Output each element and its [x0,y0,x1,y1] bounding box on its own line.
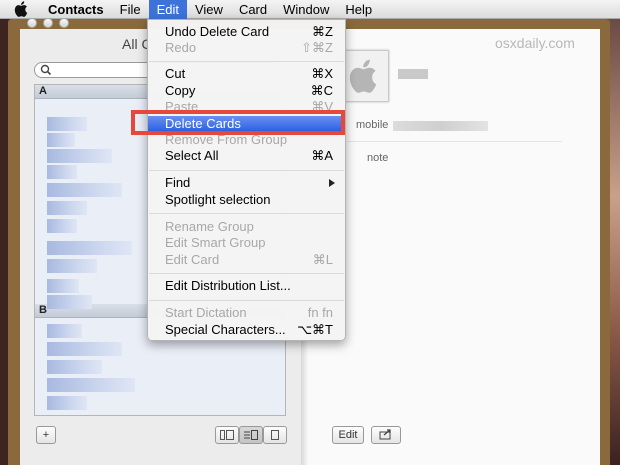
menu-file[interactable]: File [112,0,149,19]
share-button[interactable] [371,426,401,444]
apple-logo-icon[interactable] [14,1,30,17]
menu-separator [149,61,344,62]
menu-item-shortcut: ⌘L [312,252,333,267]
menu-item-label: Special Characters... [165,322,286,337]
annotation-highlight-box [131,110,345,135]
menu-window[interactable]: Window [275,0,337,19]
menu-item-label: Select All [165,148,219,163]
list-item[interactable] [47,279,79,293]
menu-edit[interactable]: Edit [148,0,187,19]
menu-item-edit-smart-group: Edit Smart Group [148,235,345,251]
menu-item-undo[interactable]: Undo Delete Card ⌘Z [148,24,345,40]
field-divider [347,141,562,142]
list-item[interactable] [47,133,75,147]
menu-item-find[interactable]: Find [148,175,345,191]
menu-item-redo: Redo ⇧⌘Z [148,40,345,56]
mobile-label: mobile [356,119,389,131]
menu-item-edit-card: Edit Card ⌘L [148,252,345,268]
menu-item-label: Cut [165,66,186,81]
search-icon [40,64,52,76]
list-item[interactable] [47,360,102,374]
menu-item-label: Edit Distribution List... [165,278,291,293]
menu-separator [149,273,344,274]
share-icon [379,429,391,440]
zoom-window-button[interactable] [59,18,69,28]
menu-item-cut[interactable]: Cut ⌘X [148,66,345,82]
list-item[interactable] [47,295,92,309]
menu-item-label: Rename Group [165,219,254,234]
view-card-and-list-button[interactable] [215,426,239,444]
list-item[interactable] [47,219,77,233]
close-window-button[interactable] [27,18,37,28]
submenu-arrow-icon [329,179,335,187]
menu-item-shortcut: ⇧⌘Z [301,40,333,55]
minimize-window-button[interactable] [43,18,53,28]
menu-item-label: Undo Delete Card [165,24,270,39]
menu-item-shortcut: ⌘C [310,83,333,98]
note-label: note [367,152,389,164]
menu-item-shortcut: ⌘Z [312,24,333,39]
menu-item-copy[interactable]: Copy ⌘C [148,83,345,99]
menu-item-label: Find [165,175,191,190]
menu-item-shortcut: ⌥⌘T [297,322,333,337]
add-contact-button[interactable]: + [36,426,56,444]
apple-logo-icon [349,59,377,93]
contact-name [398,69,428,79]
menu-item-shortcut: ⌘A [311,148,333,163]
list-view-icon [244,430,258,440]
watermark-text: osxdaily.com [495,35,575,51]
menu-item-select-all[interactable]: Select All ⌘A [148,148,345,164]
menu-item-label: Redo [165,40,197,55]
list-item[interactable] [47,259,97,273]
menu-item-label: Copy [165,83,196,98]
mobile-value [393,121,488,131]
list-item[interactable] [47,117,87,131]
menu-item-shortcut: fn fn [307,305,333,320]
view-list-and-card-button[interactable] [239,426,263,444]
menu-item-label: Edit Card [165,252,220,267]
menu-separator [149,213,344,214]
menu-item-label: Start Dictation [165,305,247,320]
desktop-wallpaper-left [0,18,8,465]
menu-item-spotlight-selection[interactable]: Spotlight selection [148,192,345,208]
edit-card-button[interactable]: Edit [332,426,364,444]
list-item[interactable] [47,378,135,392]
menu-card[interactable]: Card [231,0,275,19]
list-item[interactable] [47,396,87,410]
menu-bar: Contacts File Edit View Card Window Help [0,0,620,19]
list-item[interactable] [47,324,82,338]
view-card-only-button[interactable] [263,426,287,444]
list-item[interactable] [47,165,77,179]
menu-item-edit-distribution-list[interactable]: Edit Distribution List... [148,278,345,294]
list-item[interactable] [47,183,122,197]
menu-item-label: Edit Smart Group [165,235,266,250]
menu-view[interactable]: View [187,0,231,19]
list-item[interactable] [47,241,132,255]
list-item[interactable] [47,149,112,163]
menu-help[interactable]: Help [337,0,380,19]
menu-item-special-characters[interactable]: Special Characters... ⌥⌘T [148,322,345,338]
menu-separator [149,300,344,301]
list-item[interactable] [47,201,87,215]
card-list-view-icon [220,430,234,440]
menu-separator [149,170,344,171]
menu-app-contacts[interactable]: Contacts [45,0,112,19]
edit-menu: Undo Delete Card ⌘Z Redo ⇧⌘Z Cut ⌘X Copy… [147,19,346,341]
menu-item-shortcut: ⌘X [311,66,333,81]
menu-item-label: Spotlight selection [165,192,271,207]
card-view-icon [271,430,279,440]
list-item[interactable] [47,342,122,356]
menu-item-rename-group: Rename Group [148,219,345,235]
menu-item-start-dictation: Start Dictation fn fn [148,305,345,321]
